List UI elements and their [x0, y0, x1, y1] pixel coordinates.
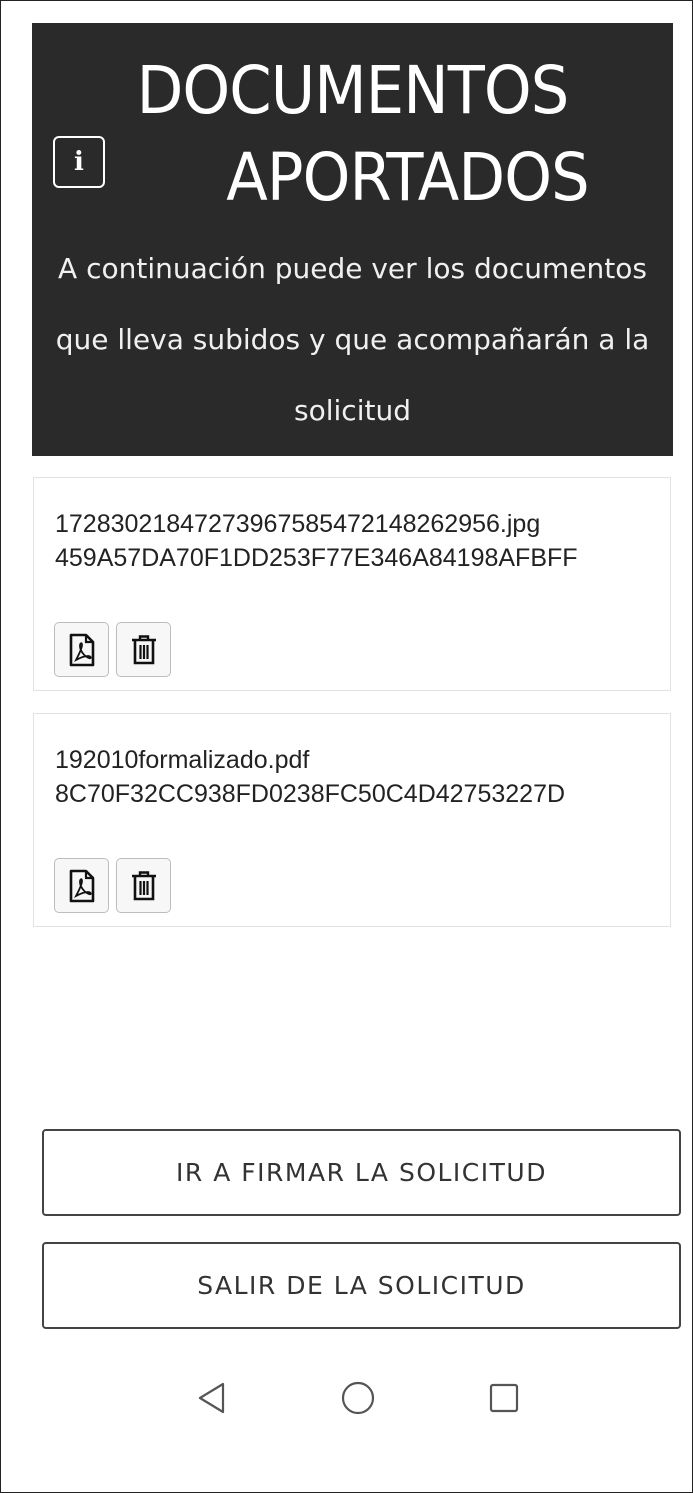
sign-request-button[interactable]: IR A FIRMAR LA SOLICITUD — [42, 1129, 681, 1216]
home-circle-icon — [341, 1381, 375, 1415]
recent-apps-button[interactable] — [482, 1376, 526, 1420]
delete-document-button[interactable] — [116, 622, 171, 677]
page-title-line1: DOCUMENTOS — [136, 52, 570, 129]
document-hash: 8C70F32CC938FD0238FC50C4D42753227D — [55, 780, 566, 808]
delete-document-button[interactable] — [116, 858, 171, 913]
page-subtitle: A continuación puede ver los documentos … — [55, 252, 650, 427]
document-filename: 192010formalizado.pdf — [55, 746, 310, 774]
android-nav-bar — [0, 1362, 693, 1432]
recent-apps-square-icon — [489, 1383, 519, 1413]
home-button[interactable] — [336, 1376, 380, 1420]
document-filename: 17283021847273967585472148262956.jpg — [55, 510, 541, 538]
back-triangle-icon — [198, 1382, 225, 1414]
back-button[interactable] — [190, 1376, 234, 1420]
document-card: 192010formalizado.pdf 8C70F32CC938FD0238… — [33, 713, 671, 927]
document-hash: 459A57DA70F1DD253F77E346A84198AFBFF — [55, 544, 578, 572]
view-document-button[interactable] — [54, 622, 109, 677]
exit-request-button[interactable]: SALIR DE LA SOLICITUD — [42, 1242, 681, 1329]
info-button[interactable]: i — [53, 136, 105, 188]
page-title-line2: APORTADOS — [226, 139, 589, 216]
view-document-button[interactable] — [54, 858, 109, 913]
page-header: DOCUMENTOS i APORTADOS A continuación pu… — [32, 23, 673, 456]
info-icon: i — [74, 147, 84, 177]
pdf-file-icon — [69, 633, 94, 666]
trash-icon — [131, 870, 156, 900]
trash-icon — [131, 634, 156, 664]
document-card: 17283021847273967585472148262956.jpg 459… — [33, 477, 671, 691]
pdf-file-icon — [69, 869, 94, 902]
